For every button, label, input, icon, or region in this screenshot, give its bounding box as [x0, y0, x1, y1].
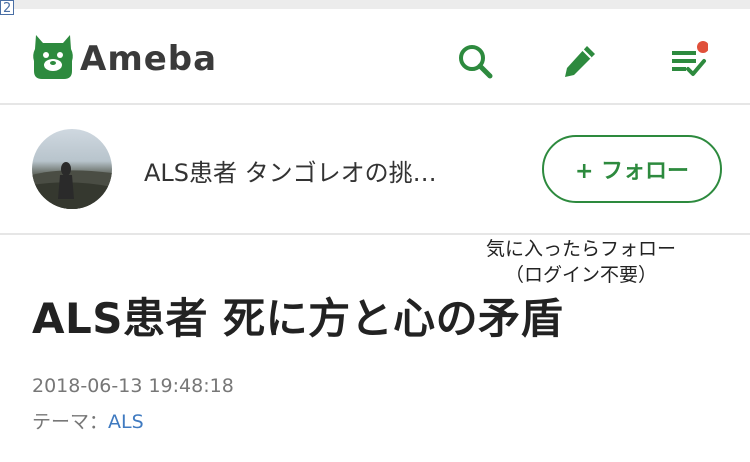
search-icon[interactable] — [455, 41, 495, 81]
entry-theme: テーマ：ALS — [32, 407, 144, 434]
entry-date: 2018-06-13 19:48:18 — [32, 375, 234, 397]
profile-bar: ALS患者 タンゴレオの挑… + フォロー — [0, 105, 750, 235]
follow-annotation: 気に入ったらフォロー （ログイン不要） — [470, 236, 692, 288]
checklist-icon[interactable] — [668, 41, 708, 81]
ameba-logo-icon[interactable] — [30, 31, 76, 81]
site-header: Ameba — [0, 9, 750, 105]
theme-label: テーマ： — [32, 411, 109, 433]
follow-button[interactable]: + フォロー — [542, 135, 722, 203]
blog-title[interactable]: ALS患者 タンゴレオの挑… — [144, 153, 494, 188]
notification-dot-icon — [697, 41, 708, 53]
logo-text[interactable]: Ameba — [80, 39, 217, 79]
top-strip — [0, 0, 750, 9]
follow-annotation-line1: 気に入ったらフォロー — [485, 238, 676, 260]
avatar[interactable] — [32, 129, 112, 209]
avatar-photo-icon — [32, 162, 112, 209]
entry-title: ALS患者 死に方と心の矛盾 — [32, 294, 564, 343]
theme-link[interactable]: ALS — [108, 411, 144, 433]
pen-icon[interactable] — [560, 41, 600, 81]
